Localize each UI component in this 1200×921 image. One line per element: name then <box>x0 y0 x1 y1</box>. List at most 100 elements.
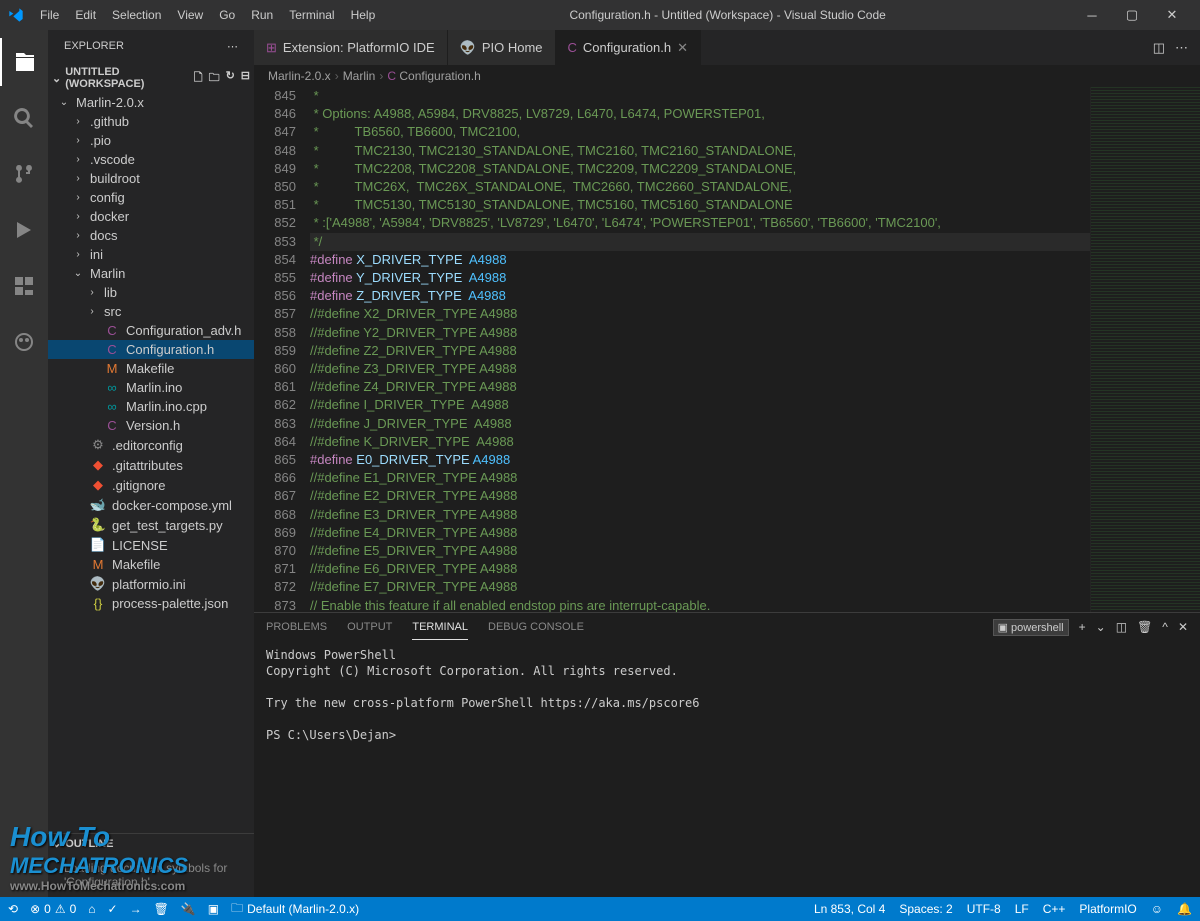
breadcrumb-segment[interactable]: C Configuration.h <box>387 69 480 83</box>
file-docker-compose-yml[interactable]: 🐋docker-compose.yml <box>48 495 254 515</box>
cursor-position[interactable]: Ln 853, Col 4 <box>814 902 885 916</box>
remote-indicator[interactable]: ⟲ <box>8 902 18 916</box>
folder-buildroot[interactable]: ›buildroot <box>48 169 254 188</box>
file-license[interactable]: 📄LICENSE <box>48 535 254 555</box>
close-panel-icon[interactable]: ✕ <box>1178 620 1188 634</box>
folder-src[interactable]: ›src <box>48 302 254 321</box>
terminal-output[interactable]: Windows PowerShell Copyright (C) Microso… <box>254 641 1200 897</box>
new-terminal-icon[interactable]: + <box>1079 620 1086 634</box>
search-icon[interactable] <box>0 94 48 142</box>
clean-icon[interactable]: 🗑 <box>154 902 169 916</box>
file-get_test_targets-py[interactable]: 🐍get_test_targets.py <box>48 515 254 535</box>
breadcrumb-segment[interactable]: Marlin-2.0.x <box>268 69 331 83</box>
feedback-icon[interactable]: ☺ <box>1151 902 1163 916</box>
chevron-icon: ⌄ <box>72 268 84 279</box>
home-icon[interactable]: ⌂ <box>88 902 95 916</box>
run-debug-icon[interactable] <box>0 206 48 254</box>
language-mode[interactable]: C++ <box>1043 902 1066 916</box>
folder--github[interactable]: ›.github <box>48 112 254 131</box>
breadcrumb-segment[interactable]: Marlin <box>343 69 376 83</box>
menu-file[interactable]: File <box>32 4 67 26</box>
breadcrumb[interactable]: Marlin-2.0.x›Marlin›C Configuration.h <box>254 65 1200 87</box>
tree-label: buildroot <box>90 171 140 186</box>
split-editor-icon[interactable]: ◫ <box>1153 40 1165 56</box>
file--gitignore[interactable]: ◆.gitignore <box>48 475 254 495</box>
errors-warnings[interactable]: ⊗ 0 ⚠ 0 <box>30 902 76 916</box>
new-file-icon[interactable]: 🗋 <box>194 69 203 88</box>
menu-edit[interactable]: Edit <box>67 4 104 26</box>
folder-marlin[interactable]: ⌄ Marlin <box>48 264 254 283</box>
upload-icon[interactable]: → <box>130 902 142 916</box>
folder-ini[interactable]: ›ini <box>48 245 254 264</box>
file-process-palette-json[interactable]: {}process-palette.json <box>48 594 254 613</box>
file-platformio-ini[interactable]: 👽platformio.ini <box>48 574 254 594</box>
tab-extension-platformio-ide[interactable]: ⊞Extension: PlatformIO IDE <box>254 30 448 65</box>
folder-lib[interactable]: ›lib <box>48 283 254 302</box>
folder-docs[interactable]: ›docs <box>48 226 254 245</box>
indentation[interactable]: Spaces: 2 <box>899 902 952 916</box>
dropdown-icon[interactable]: ⌄ <box>1096 620 1106 634</box>
panel-tab-output[interactable]: OUTPUT <box>347 615 392 639</box>
source-control-icon[interactable] <box>0 150 48 198</box>
menu-go[interactable]: Go <box>211 4 243 26</box>
tab-pio-home[interactable]: 👽PIO Home <box>448 30 556 65</box>
terminal-selector[interactable]: ▣ powershell <box>993 619 1069 636</box>
refresh-icon[interactable]: ↻ <box>226 69 235 88</box>
file-configuration_adv-h[interactable]: CConfiguration_adv.h <box>48 321 254 340</box>
file--gitattributes[interactable]: ◆.gitattributes <box>48 455 254 475</box>
outline-section[interactable]: ⌄ OUTLINE <box>48 834 254 853</box>
folder-config[interactable]: ›config <box>48 188 254 207</box>
eol[interactable]: LF <box>1015 902 1029 916</box>
encoding[interactable]: UTF-8 <box>967 902 1001 916</box>
minimap[interactable] <box>1090 87 1200 612</box>
file-icon: ◆ <box>90 477 106 493</box>
menu-run[interactable]: Run <box>243 4 281 26</box>
code-content[interactable]: * * Options: A4988, A5984, DRV8825, LV87… <box>310 87 1090 612</box>
close-icon[interactable]: ✕ <box>677 40 688 56</box>
file-makefile[interactable]: MMakefile <box>48 359 254 378</box>
folder--vscode[interactable]: ›.vscode <box>48 150 254 169</box>
folder-marlin-2-0-x[interactable]: ⌄Marlin-2.0.x <box>48 93 254 112</box>
platformio-icon[interactable] <box>0 318 48 366</box>
build-icon[interactable]: ✓ <box>108 902 118 916</box>
folder--pio[interactable]: ›.pio <box>48 131 254 150</box>
extensions-icon[interactable] <box>0 262 48 310</box>
notifications-icon[interactable]: 🔔 <box>1177 902 1192 916</box>
file-version-h[interactable]: CVersion.h <box>48 416 254 435</box>
branch-indicator[interactable]: 🗀 Default (Marlin-2.0.x) <box>231 899 359 920</box>
close-button[interactable]: ✕ <box>1152 0 1192 30</box>
maximize-panel-icon[interactable]: ^ <box>1162 620 1168 634</box>
maximize-button[interactable]: ▢ <box>1112 0 1152 30</box>
split-terminal-icon[interactable]: ◫ <box>1116 620 1127 634</box>
file-marlin-ino[interactable]: ∞Marlin.ino <box>48 378 254 397</box>
explorer-icon[interactable] <box>0 38 48 86</box>
new-folder-icon[interactable]: 🗀 <box>209 69 220 88</box>
menu-view[interactable]: View <box>169 4 211 26</box>
panel-tab-problems[interactable]: PROBLEMS <box>266 615 327 639</box>
terminal-icon[interactable]: ▣ <box>208 902 219 916</box>
file-marlin-ino-cpp[interactable]: ∞Marlin.ino.cpp <box>48 397 254 416</box>
panel-tab-debug-console[interactable]: DEBUG CONSOLE <box>488 615 584 639</box>
tree-label: docs <box>90 228 117 243</box>
more-icon[interactable]: ⋯ <box>227 40 238 53</box>
file-icon: M <box>90 557 106 572</box>
workspace-section[interactable]: ⌄ UNTITLED (WORKSPACE) 🗋 🗀 ↻ ⊟ <box>48 63 254 93</box>
tab-configuration-h[interactable]: CConfiguration.h✕ <box>556 30 701 65</box>
panel-tab-terminal[interactable]: TERMINAL <box>412 615 468 640</box>
platform[interactable]: PlatformIO <box>1079 902 1136 916</box>
minimize-button[interactable]: ─ <box>1072 0 1112 30</box>
menu-selection[interactable]: Selection <box>104 4 169 26</box>
trash-icon[interactable]: 🗑 <box>1137 620 1152 634</box>
file-configuration-h[interactable]: CConfiguration.h <box>48 340 254 359</box>
tree-label: Marlin <box>90 266 125 281</box>
serial-icon[interactable]: 🔌 <box>181 902 196 916</box>
file-icon: C <box>104 342 120 357</box>
more-icon[interactable]: ⋯ <box>1175 40 1188 56</box>
folder-docker[interactable]: ›docker <box>48 207 254 226</box>
file-makefile[interactable]: MMakefile <box>48 555 254 574</box>
collapse-icon[interactable]: ⊟ <box>241 69 250 88</box>
menu-help[interactable]: Help <box>343 4 384 26</box>
code-editor[interactable]: 8458468478488498508518528538548558568578… <box>254 87 1200 612</box>
file--editorconfig[interactable]: ⚙.editorconfig <box>48 435 254 455</box>
menu-terminal[interactable]: Terminal <box>281 4 342 26</box>
